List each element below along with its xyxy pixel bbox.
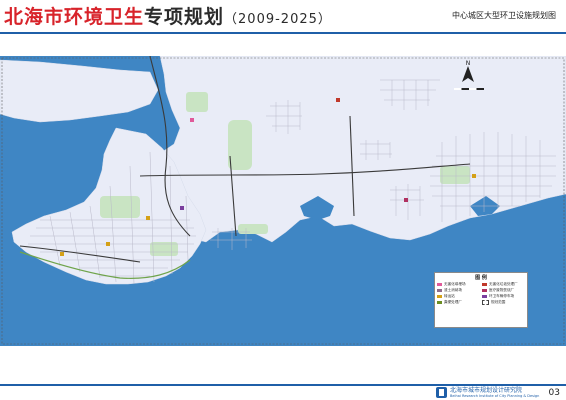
facility-marker [60,252,64,256]
legend-swatch [482,300,489,305]
title-bar: 北海市环境卫生专项规划（2009-2025） 中心城区大型环卫设施规划图 [0,0,566,34]
legend-swatch [482,289,487,292]
legend-swatch [437,301,442,304]
legend-swatch [482,295,487,298]
green-coast [238,224,268,234]
title-years: （2009-2025） [224,12,332,27]
legend-swatch [437,283,442,286]
legend-label: 无害化垃圾处理厂 [489,282,518,286]
title-sub: 专项规划 [144,6,225,28]
legend-item: 环卫车辆停车场 [482,294,525,299]
legend-list: 无害化填埋场 无害化垃圾处理厂 渣土消纳场 医疗废物焚烧厂 转运站 环卫车辆停车… [435,281,527,306]
map-legend: 图 例 无害化填埋场 无害化垃圾处理厂 渣土消纳场 医疗废物焚烧厂 转运站 环卫… [434,272,528,328]
scale-bar [454,88,484,90]
map-caption: 中心城区大型环卫设施规划图 [452,11,556,20]
institute-logo: 北海市城市规划设计研究院 Beihai Research Institute o… [436,386,539,399]
legend-label: 规划范围 [491,300,506,304]
legend-item: 渣土消纳场 [437,288,480,293]
page-number: 03 [548,388,560,398]
facility-marker [472,174,476,178]
green-park-south [100,196,140,218]
facility-marker [106,242,110,246]
logo-icon [436,387,447,398]
facility-marker [336,98,340,102]
legend-label: 粪便处理厂 [444,300,462,304]
title-main: 北海市环境卫生 [4,6,145,28]
legend-label: 渣土消纳场 [444,288,462,292]
legend-item: 转运站 [437,294,480,299]
north-label: N [466,60,471,67]
facility-marker [146,216,150,220]
green-park-north [228,120,252,170]
legend-label: 医疗废物焚烧厂 [489,288,515,292]
legend-swatch [437,295,442,298]
org-name-en: Beihai Research Institute of City Planni… [450,393,540,398]
green-park-east [440,166,470,184]
legend-swatch [482,283,487,286]
facility-marker [190,118,194,122]
legend-swatch [437,289,442,292]
legend-item: 无害化垃圾处理厂 [482,282,525,287]
legend-item: 粪便处理厂 [437,300,480,305]
header-rule [0,32,566,34]
legend-label: 转运站 [444,294,455,298]
facility-marker [404,198,408,202]
legend-label: 无害化填埋场 [444,282,466,286]
logo-text-block: 北海市城市规划设计研究院 Beihai Research Institute o… [450,387,540,398]
green-park-west [186,92,208,112]
legend-label: 环卫车辆停车场 [489,294,515,298]
legend-item: 医疗废物焚烧厂 [482,288,525,293]
legend-item: 无害化填埋场 [437,282,480,287]
facility-marker [180,206,184,210]
document-title: 北海市环境卫生专项规划（2009-2025） [4,2,332,29]
legend-title: 图 例 [475,275,487,281]
legend-item: 规划范围 [482,300,525,305]
